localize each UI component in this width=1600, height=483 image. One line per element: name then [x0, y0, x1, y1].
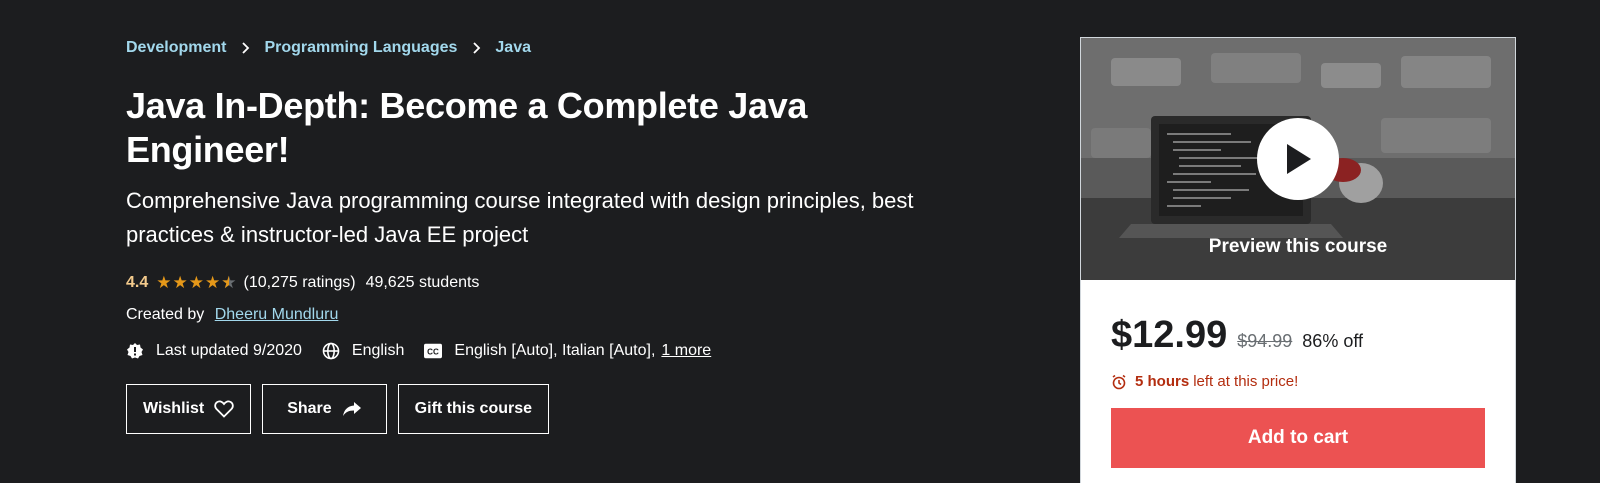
star-icon: ★	[156, 273, 173, 292]
share-arrow-icon	[342, 401, 362, 417]
play-button[interactable]	[1257, 118, 1339, 200]
globe-icon	[322, 342, 340, 360]
breadcrumb-development[interactable]: Development	[126, 39, 226, 57]
purchase-card: Preview this course $12.99 $94.99 86% of…	[1080, 37, 1516, 483]
timer-hours: 5 hours	[1135, 373, 1190, 390]
ratings-count-link[interactable]: (10,275 ratings)	[244, 274, 356, 292]
star-half-icon: ★★	[221, 273, 238, 292]
last-updated: Last updated 9/2020	[126, 342, 302, 360]
students-count: 49,625 students	[365, 274, 480, 291]
star-rating: ★ ★ ★ ★ ★★	[156, 273, 237, 293]
wishlist-label: Wishlist	[143, 400, 205, 417]
preview-label: Preview this course	[1208, 236, 1388, 257]
closed-captions-icon: CC	[424, 342, 443, 360]
captions-more-link[interactable]: 1 more	[661, 342, 711, 360]
captions: CC English [Auto], Italian [Auto], 1 mor…	[424, 342, 711, 360]
course-subtitle: Comprehensive Java programming course in…	[126, 188, 914, 247]
chevron-right-icon	[240, 42, 250, 54]
share-label: Share	[287, 400, 332, 417]
gift-course-button[interactable]: Gift this course	[397, 384, 550, 434]
breadcrumb: Development Programming Languages Java	[126, 36, 996, 60]
price-row: $12.99 $94.99 86% off	[1111, 314, 1485, 357]
course-header: Development Programming Languages Java J…	[126, 36, 996, 434]
wishlist-button[interactable]: Wishlist	[126, 384, 252, 434]
course-preview[interactable]: Preview this course	[1081, 38, 1515, 280]
alarm-clock-icon	[1111, 374, 1127, 390]
price-timer: 5 hours left at this price!	[1111, 373, 1485, 390]
price-area: $12.99 $94.99 86% off 5 hours left at th…	[1081, 314, 1515, 468]
captions-text: English [Auto], Italian [Auto],	[454, 342, 656, 359]
add-to-cart-button[interactable]: Add to cart	[1111, 408, 1485, 468]
share-button[interactable]: Share	[262, 384, 387, 434]
discount-percent: 86% off	[1302, 331, 1364, 351]
breadcrumb-programming-languages[interactable]: Programming Languages	[264, 39, 457, 57]
breadcrumb-java[interactable]: Java	[495, 39, 531, 57]
language: English	[322, 342, 404, 360]
original-price: $94.99	[1237, 331, 1293, 351]
play-icon	[1287, 144, 1311, 174]
instructor-link[interactable]: Dheeru Mundluru	[215, 306, 339, 323]
svg-text:CC: CC	[428, 348, 440, 357]
meta-row: Last updated 9/2020 English CC English […	[126, 340, 996, 362]
rating-row: 4.4 ★ ★ ★ ★ ★★ (10,275 ratings) 49,625 s…	[126, 272, 996, 294]
course-title: Java In-Depth: Become a Complete Java En…	[126, 85, 808, 170]
alert-badge-icon	[126, 342, 144, 360]
gift-label: Gift this course	[414, 400, 533, 417]
current-price: $12.99	[1111, 314, 1228, 356]
star-icon: ★	[188, 273, 205, 292]
star-icon: ★	[172, 273, 189, 292]
star-icon: ★	[205, 273, 222, 292]
chevron-right-icon	[471, 42, 481, 54]
timer-text: left at this price!	[1193, 373, 1299, 390]
created-by-label: Created by	[126, 306, 205, 323]
creator-row: Created by Dheeru Mundluru	[126, 306, 996, 328]
last-updated-text: Last updated 9/2020	[156, 342, 302, 359]
language-text: English	[351, 342, 405, 359]
rating-score: 4.4	[126, 274, 149, 291]
action-buttons: Wishlist Share Gift this course	[126, 384, 996, 434]
heart-icon	[214, 400, 234, 418]
